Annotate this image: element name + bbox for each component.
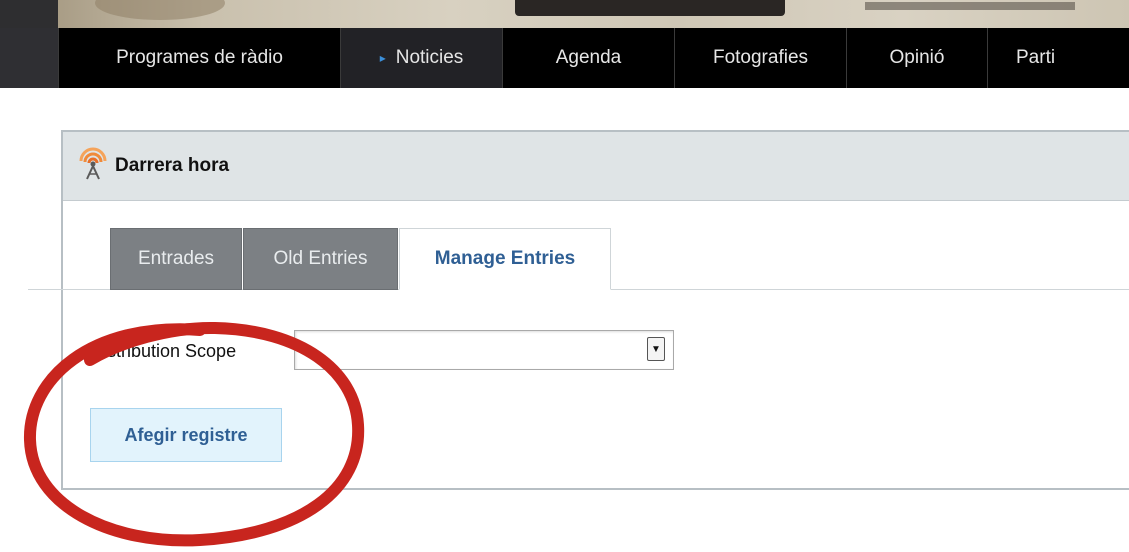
tab-label: Entrades: [137, 248, 215, 269]
nav-item-opinio[interactable]: Opinió: [846, 28, 987, 88]
nav-item-label: Opinió: [889, 47, 945, 68]
portlet-header: Darrera hora: [63, 132, 1129, 201]
tab-label: Old Entries: [273, 248, 368, 269]
nav-item-label: Fotografies: [712, 47, 809, 68]
site-banner: [0, 0, 1129, 28]
nav-item-noticies[interactable]: ▸ Noticies: [340, 28, 502, 88]
nav-item-label: Noticies: [395, 47, 464, 68]
tab-entrades[interactable]: Entrades: [110, 228, 242, 290]
banner-image-left: [95, 0, 225, 20]
nav-item-label: Programes de ràdio: [116, 47, 283, 68]
nav-item-fotografies[interactable]: Fotografies: [674, 28, 846, 88]
distribution-scope-label: Distribution Scope: [90, 341, 237, 361]
add-record-button[interactable]: Afegir registre: [90, 408, 282, 462]
nav-item-agenda[interactable]: Agenda: [502, 28, 674, 88]
tab-manage-entries[interactable]: Manage Entries: [399, 228, 611, 290]
nav-item-label: Agenda: [555, 47, 622, 68]
chevron-down-icon[interactable]: ▼: [647, 337, 665, 361]
tab-old-entries[interactable]: Old Entries: [243, 228, 398, 290]
nav-item-programes[interactable]: Programes de ràdio: [58, 28, 340, 88]
nav-lead-block: [0, 28, 58, 88]
banner-tagline: [865, 2, 1075, 10]
tab-label: Manage Entries: [434, 248, 576, 269]
banner-logo: [515, 0, 785, 16]
radio-broadcast-icon: [77, 147, 109, 186]
nav-item-label: Parti: [1016, 47, 1056, 68]
main-navigation: Programes de ràdio ▸ Noticies Agenda Fot…: [0, 28, 1129, 88]
nav-item-participa[interactable]: Parti: [987, 28, 1129, 88]
active-arrow-icon: ▸: [379, 51, 386, 65]
portlet-title: Darrera hora: [115, 155, 230, 176]
distribution-scope-select[interactable]: ▼: [294, 330, 674, 370]
